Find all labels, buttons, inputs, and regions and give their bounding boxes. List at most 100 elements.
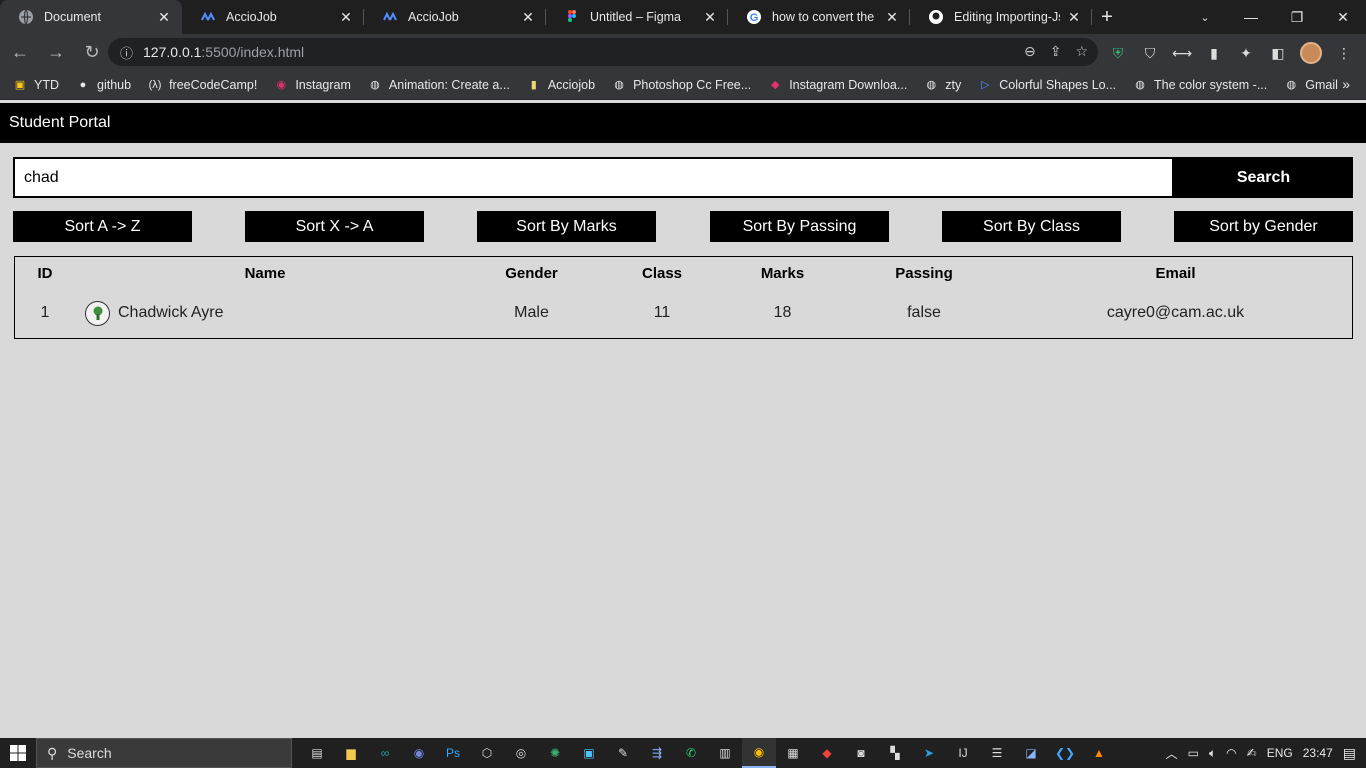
minimize-button[interactable]: — [1228,0,1274,34]
close-icon[interactable]: ✕ [1066,9,1082,26]
bookmark-acciojob-folder[interactable]: ▮ Acciojob [526,77,595,93]
bookmark-instagram[interactable]: ◉ Instagram [273,77,351,93]
bookmark-zty[interactable]: ◍ zty [923,77,961,93]
tab-google[interactable]: G how to convert the te ✕ [728,0,910,34]
bookmark-photoshop[interactable]: ◍ Photoshop Cc Free... [611,77,751,93]
shield-outline-icon[interactable]: ⛉ [1140,43,1160,63]
sort-by-passing-button[interactable]: Sort By Passing [710,211,889,242]
arduino-icon[interactable]: ∞ [368,738,402,768]
remote-icon[interactable]: ◪ [1014,738,1048,768]
close-icon[interactable]: ✕ [884,9,900,26]
globe-icon: ◍ [370,79,380,91]
shield-icon[interactable]: ⛨ [1108,43,1128,63]
cell-email: cayre0@cam.ac.uk [1106,304,1245,321]
telegram-icon[interactable]: ➤ [912,738,946,768]
paint-icon[interactable]: ▚ [878,738,912,768]
back-arrow-icon[interactable]: ← [4,36,36,68]
search-button[interactable]: Search [1174,157,1353,198]
gitkraken-icon[interactable]: ✺ [538,738,572,768]
wifi-icon[interactable]: ◠ [1226,746,1236,760]
chevron-down-icon[interactable]: ⌄ [1190,0,1220,34]
more-vertical-icon[interactable]: ⋮ [1334,43,1354,63]
tab-acciojob-2[interactable]: AccioJob ✕ [364,0,546,34]
chevron-up-icon[interactable]: ︿ [1166,745,1178,762]
clock[interactable]: 23:47 [1303,746,1333,760]
anydesk-icon[interactable]: ◆ [810,738,844,768]
bookmark-github[interactable]: ● github [75,77,131,93]
battery-icon[interactable]: ▭ [1188,746,1199,760]
url-host: 127.0.0.1 [143,44,202,60]
pen-icon[interactable]: ✎ [606,738,640,768]
sort-by-class-button[interactable]: Sort By Class [942,211,1121,242]
task-view-icon[interactable]: ▤ [300,738,334,768]
tab-github[interactable]: Editing Importing-Jso ✕ [910,0,1092,34]
vlc-icon[interactable]: ▲ [1082,738,1116,768]
globe-icon: ◍ [614,79,624,91]
info-icon[interactable]: ⓘ [120,43,133,62]
db-icon[interactable]: ☰ [980,738,1014,768]
cell-passing: false [907,304,941,321]
tab-figma[interactable]: Untitled – Figma ✕ [546,0,728,34]
obs-icon[interactable]: ◎ [504,738,538,768]
sort-z-a-button[interactable]: Sort X -> A [245,211,424,242]
forward-arrow-icon[interactable]: → [40,36,72,68]
tab-title: AccioJob [226,10,277,24]
bookmark-instagram-downloader[interactable]: ◆ Instagram Downloa... [767,77,907,93]
share-icon[interactable]: ⇪ [1050,43,1062,60]
link-icon[interactable]: ⟷ [1172,43,1192,63]
page-title: Student Portal [9,114,111,131]
bookmark-color-system[interactable]: ◍ The color system -... [1132,77,1267,93]
bookmark-ytd[interactable]: ▣ YTD [12,77,59,93]
header-passing: Passing [895,264,953,282]
camera-icon[interactable]: ◙ [844,738,878,768]
pen-input-icon[interactable]: ✍︎ [1247,746,1257,760]
notepad-icon[interactable]: ▥ [708,738,742,768]
bookmark-animation[interactable]: ◍ Animation: Create a... [367,77,510,93]
tab-title: how to convert the te [772,10,878,24]
tab-acciojob[interactable]: AccioJob ✕ [182,0,364,34]
fcc-icon: (λ) [148,78,162,91]
close-icon[interactable]: ✕ [338,9,354,26]
sort-by-gender-button[interactable]: Sort by Gender [1174,211,1353,242]
close-window-button[interactable]: ✕ [1320,0,1366,34]
restore-button[interactable]: ❐ [1274,0,1320,34]
zoom-icon[interactable]: ⊖ [1024,43,1036,60]
reload-icon[interactable]: ↻ [76,36,108,68]
sort-a-z-button[interactable]: Sort A -> Z [13,211,192,242]
puzzle-icon[interactable]: ✦ [1236,43,1256,63]
close-icon[interactable]: ✕ [702,9,718,26]
chrome-icon[interactable]: ◉ [742,738,776,768]
star-icon[interactable]: ☆ [1075,43,1088,60]
sort-by-marks-button[interactable]: Sort By Marks [477,211,656,242]
app-icon[interactable]: ▣ [572,738,606,768]
azure-icon[interactable]: ⇶ [640,738,674,768]
notification-icon[interactable]: ▤ [1343,745,1356,762]
search-input[interactable] [13,157,1174,198]
language-indicator[interactable]: ENG [1267,746,1293,760]
chevron-right-icon[interactable]: » [1342,76,1350,92]
diamond-icon: ◆ [770,79,780,91]
header-id: ID [37,264,53,282]
extension-badge-icon[interactable]: ▮ [1204,43,1224,63]
virtualbox-icon[interactable]: ⬡ [470,738,504,768]
vscode-icon[interactable]: ❮❯ [1048,738,1082,768]
calculator-icon[interactable]: ▦ [776,738,810,768]
profile-avatar[interactable] [1300,42,1322,64]
bookmark-gmail[interactable]: ◍ Gmail [1283,77,1337,93]
photoshop-icon[interactable]: Ps [436,738,470,768]
bookmark-freecodecamp[interactable]: (λ) freeCodeCamp! [147,77,258,93]
taskbar-search[interactable]: ⚲ Search [36,738,292,768]
whatsapp-icon[interactable]: ✆ [674,738,708,768]
bookmark-colorful-shapes[interactable]: ▷ Colorful Shapes Lo... [977,77,1116,93]
address-bar[interactable]: ⓘ 127.0.0.1:5500/index.html ⊖ ⇪ ☆ [108,38,1098,66]
volume-icon[interactable]: 🔈︎ [1209,746,1216,761]
new-tab-button[interactable]: + [1092,0,1122,34]
discord-icon[interactable]: ◉ [402,738,436,768]
sidepanel-icon[interactable]: ◧ [1268,43,1288,63]
intellij-icon[interactable]: IJ [946,738,980,768]
tab-document[interactable]: Document ✕ [0,0,182,34]
close-icon[interactable]: ✕ [156,9,172,26]
file-explorer-icon[interactable]: ▆ [334,738,368,768]
windows-start-icon[interactable] [0,738,36,768]
close-icon[interactable]: ✕ [520,9,536,26]
